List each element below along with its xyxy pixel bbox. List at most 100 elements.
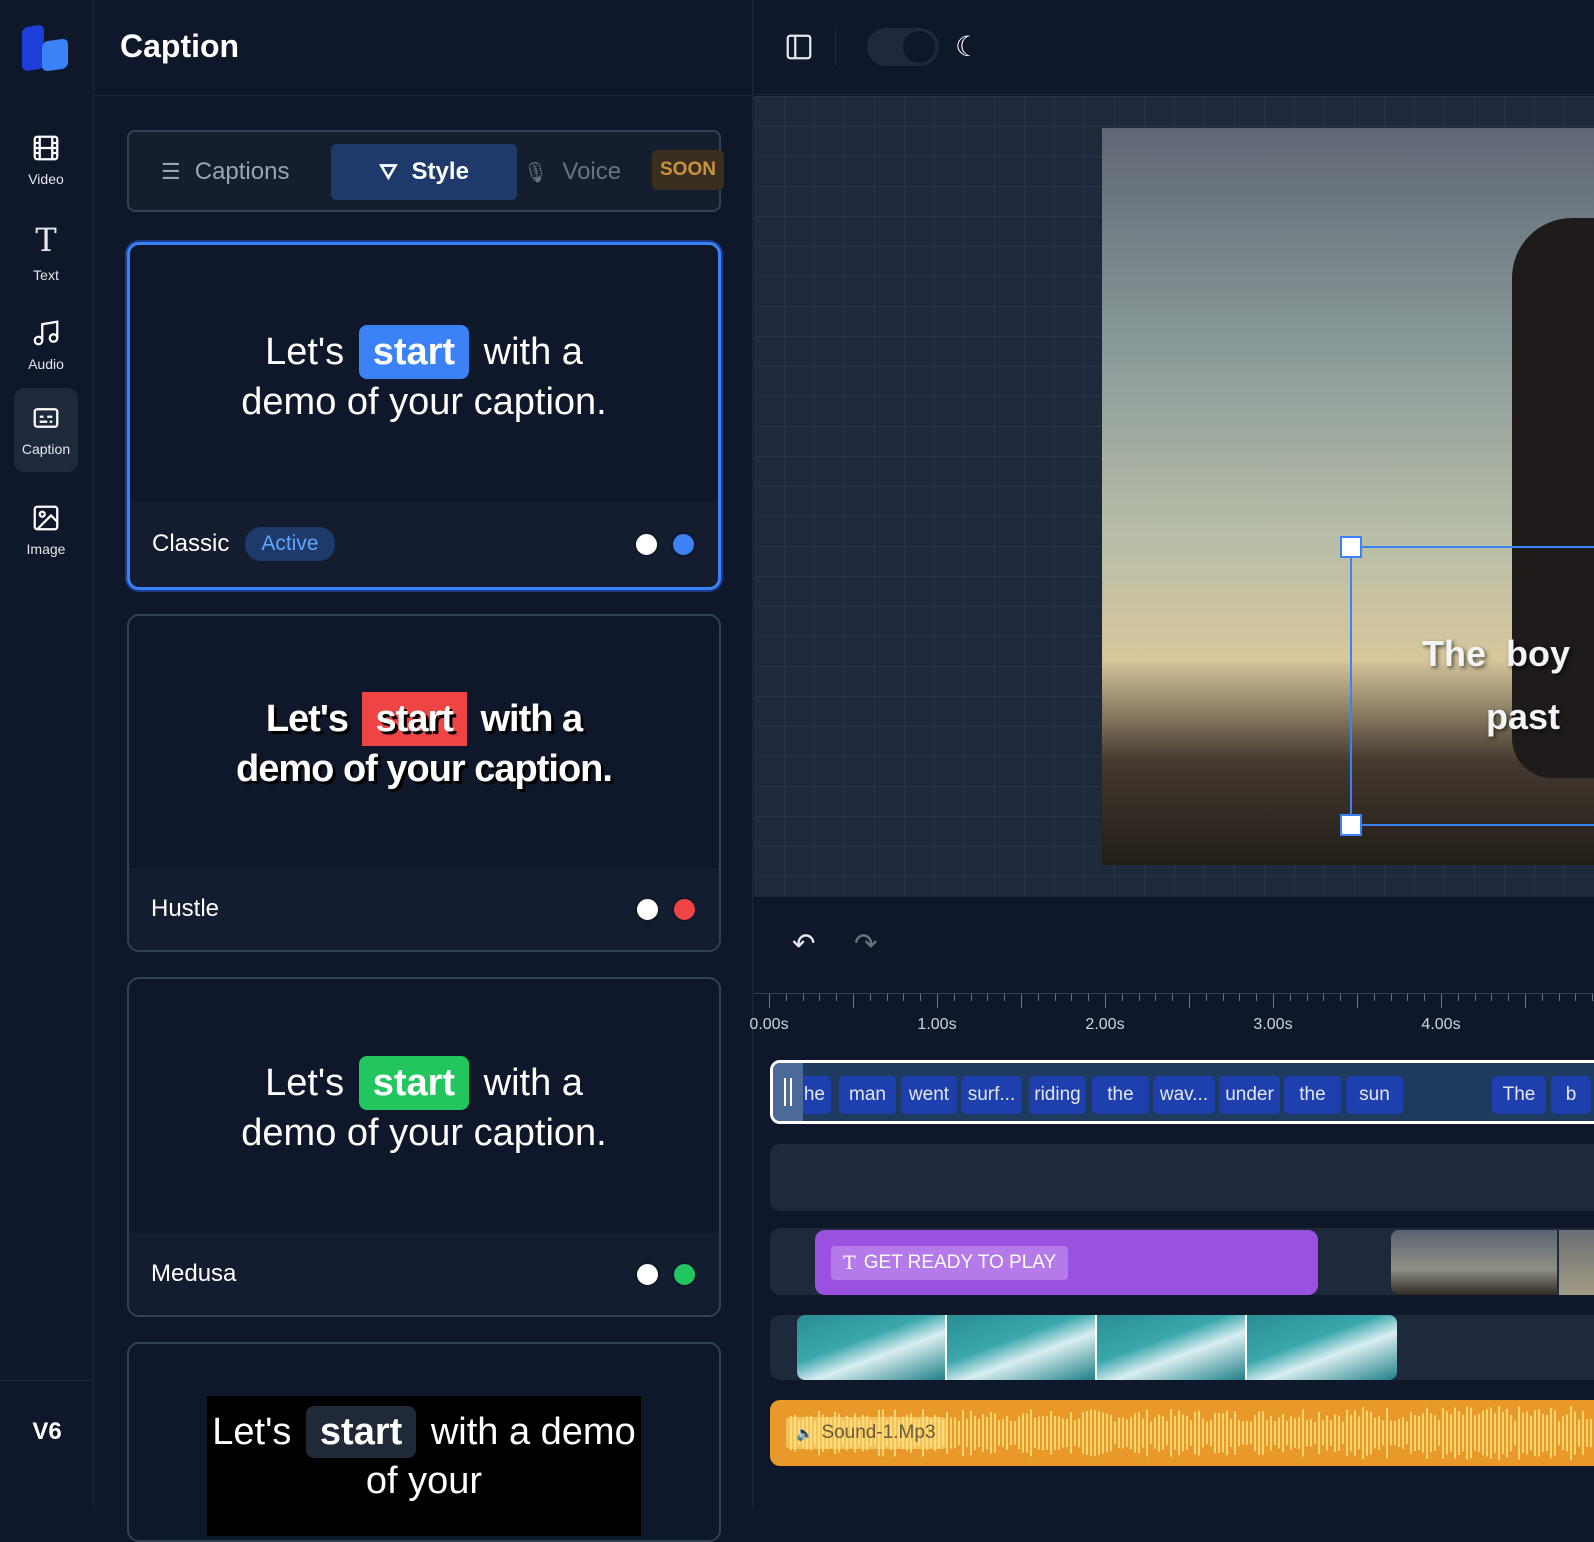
waveform-bar [1494, 1413, 1496, 1453]
waveform-bar [1418, 1415, 1420, 1451]
selection-box[interactable] [1340, 536, 1594, 836]
style-card-hustle[interactable]: Let's start with a demo of your caption.… [127, 614, 721, 952]
text-icon: T [35, 221, 57, 259]
waveform-bar [1290, 1416, 1292, 1450]
resize-handle[interactable] [1340, 814, 1362, 836]
waveform-bar [1458, 1411, 1460, 1455]
rail-item-text[interactable]: T Text [14, 210, 78, 294]
ruler-tick [1239, 994, 1241, 1001]
rail-item-video[interactable]: Video [14, 118, 78, 202]
ruler-tick [853, 994, 854, 1008]
waveform-bar [1058, 1416, 1060, 1450]
waveform-bar [1286, 1420, 1288, 1446]
color-swatch[interactable] [635, 896, 660, 922]
waveform-bar [1006, 1416, 1008, 1450]
style-name: Classic [152, 530, 230, 557]
waveform-bar [1338, 1415, 1340, 1451]
caption-word-chip[interactable]: The [1492, 1076, 1546, 1114]
waveform-bar [1554, 1410, 1556, 1456]
caption-word-chip[interactable]: sun [1346, 1076, 1403, 1114]
waveform-bar [994, 1413, 996, 1453]
trim-handle[interactable] [773, 1063, 803, 1121]
ruler-label: 3.00s [1253, 1016, 1293, 1033]
redo-icon[interactable]: ↷ [854, 927, 877, 960]
waveform-bar [1358, 1416, 1360, 1450]
ruler-tick [1037, 994, 1039, 1001]
waveform-bar [1450, 1414, 1452, 1452]
caption-word-chip[interactable]: man [839, 1076, 896, 1114]
style-name: Hustle [151, 895, 220, 922]
audio-clip[interactable]: 🔈 Sound-1.Mp3 [770, 1400, 1594, 1466]
waveform-bar [1222, 1413, 1224, 1453]
caption-word-chip[interactable]: wav... [1153, 1076, 1215, 1114]
waveform-bar [1090, 1409, 1092, 1457]
resize-handle[interactable] [1340, 536, 1362, 558]
waveform-bar [1522, 1413, 1524, 1453]
waveform-bar [1282, 1414, 1284, 1452]
caption-word-chip[interactable]: riding [1029, 1076, 1086, 1114]
ruler-tick [1121, 994, 1123, 1001]
rail-item-caption[interactable]: Caption [14, 388, 78, 472]
rail-item-audio[interactable]: Audio [14, 303, 78, 387]
text-clip[interactable]: T GET READY TO PLAY [815, 1230, 1318, 1295]
caption-word-chip[interactable]: went [901, 1076, 957, 1114]
canvas-stage: The boy past [754, 96, 1594, 897]
image-clip[interactable] [1559, 1230, 1594, 1295]
waveform-bar [962, 1410, 964, 1456]
ruler-tick [1105, 994, 1106, 1008]
rail-label: Audio [28, 356, 64, 372]
video-clip[interactable] [797, 1315, 1397, 1380]
waveform-bar [1046, 1416, 1048, 1450]
theme-toggle[interactable] [867, 28, 939, 66]
caption-word-chip[interactable]: the [1092, 1076, 1149, 1114]
caption-word-chip[interactable]: b [1551, 1076, 1591, 1114]
image-icon [33, 505, 59, 531]
time-ruler[interactable]: 0.00s 1.00s 2.00s 3.00s 4.00s [749, 993, 1594, 1043]
waveform-bar [1118, 1417, 1120, 1449]
style-card-medusa[interactable]: Let's start with a demo of your caption.… [127, 977, 721, 1317]
waveform-bar [982, 1414, 984, 1452]
style-card-4[interactable]: Let's start with a demo of your [127, 1342, 721, 1542]
undo-icon[interactable]: ↶ [792, 927, 815, 960]
caption-word-chip[interactable]: under [1219, 1076, 1280, 1114]
tab-style[interactable]: ⛛ Style [331, 144, 517, 200]
waveform-bar [1266, 1420, 1268, 1446]
color-swatch[interactable] [672, 896, 697, 922]
waveform-bar [1454, 1407, 1456, 1459]
waveform-bar [1298, 1417, 1300, 1449]
waveform-bar [974, 1415, 976, 1451]
ruler-tick [1525, 994, 1526, 1008]
color-swatch[interactable] [672, 1261, 697, 1287]
audio-clip-label: Sound-1.Mp3 [821, 1422, 936, 1443]
caption-track[interactable]: he man went surf... riding the wav... under the s… [770, 1060, 1594, 1124]
color-swatch[interactable] [635, 1261, 660, 1287]
color-swatch[interactable] [671, 531, 696, 557]
tab-voice[interactable]: 🎙 Voice [505, 144, 639, 200]
empty-track [770, 1144, 1594, 1211]
caption-word-chip[interactable]: the [1284, 1076, 1341, 1114]
waveform-bar [1130, 1416, 1132, 1450]
waveform-bar [1214, 1412, 1216, 1454]
sidebar-toggle-icon[interactable] [784, 32, 814, 62]
ruler-tick [1054, 994, 1056, 1001]
ruler-tick [1256, 994, 1258, 1001]
ruler-tick [937, 994, 938, 1008]
waveform-bar [1482, 1410, 1484, 1456]
rail-item-image[interactable]: Image [14, 488, 78, 572]
ruler-tick [1457, 994, 1459, 1001]
waveform-bar [1486, 1409, 1488, 1457]
waveform-bar [1226, 1410, 1228, 1456]
waveform-bar [1538, 1409, 1540, 1457]
preview-text: Let's [212, 1411, 292, 1453]
waveform-bar [1362, 1407, 1364, 1459]
style-card-classic[interactable]: Let's start with a demo of your caption.… [127, 242, 721, 590]
color-swatch[interactable] [634, 531, 659, 557]
tab-captions[interactable]: ☰ Captions [143, 144, 307, 200]
caption-word-chip[interactable]: surf... [961, 1076, 1022, 1114]
waveform-bar [1210, 1420, 1212, 1446]
image-clip[interactable] [1391, 1230, 1557, 1295]
waveform-bar [1246, 1420, 1248, 1446]
waveform-bar [1402, 1417, 1404, 1449]
waveform-bar [1174, 1416, 1176, 1450]
waveform-bar [1154, 1417, 1156, 1449]
